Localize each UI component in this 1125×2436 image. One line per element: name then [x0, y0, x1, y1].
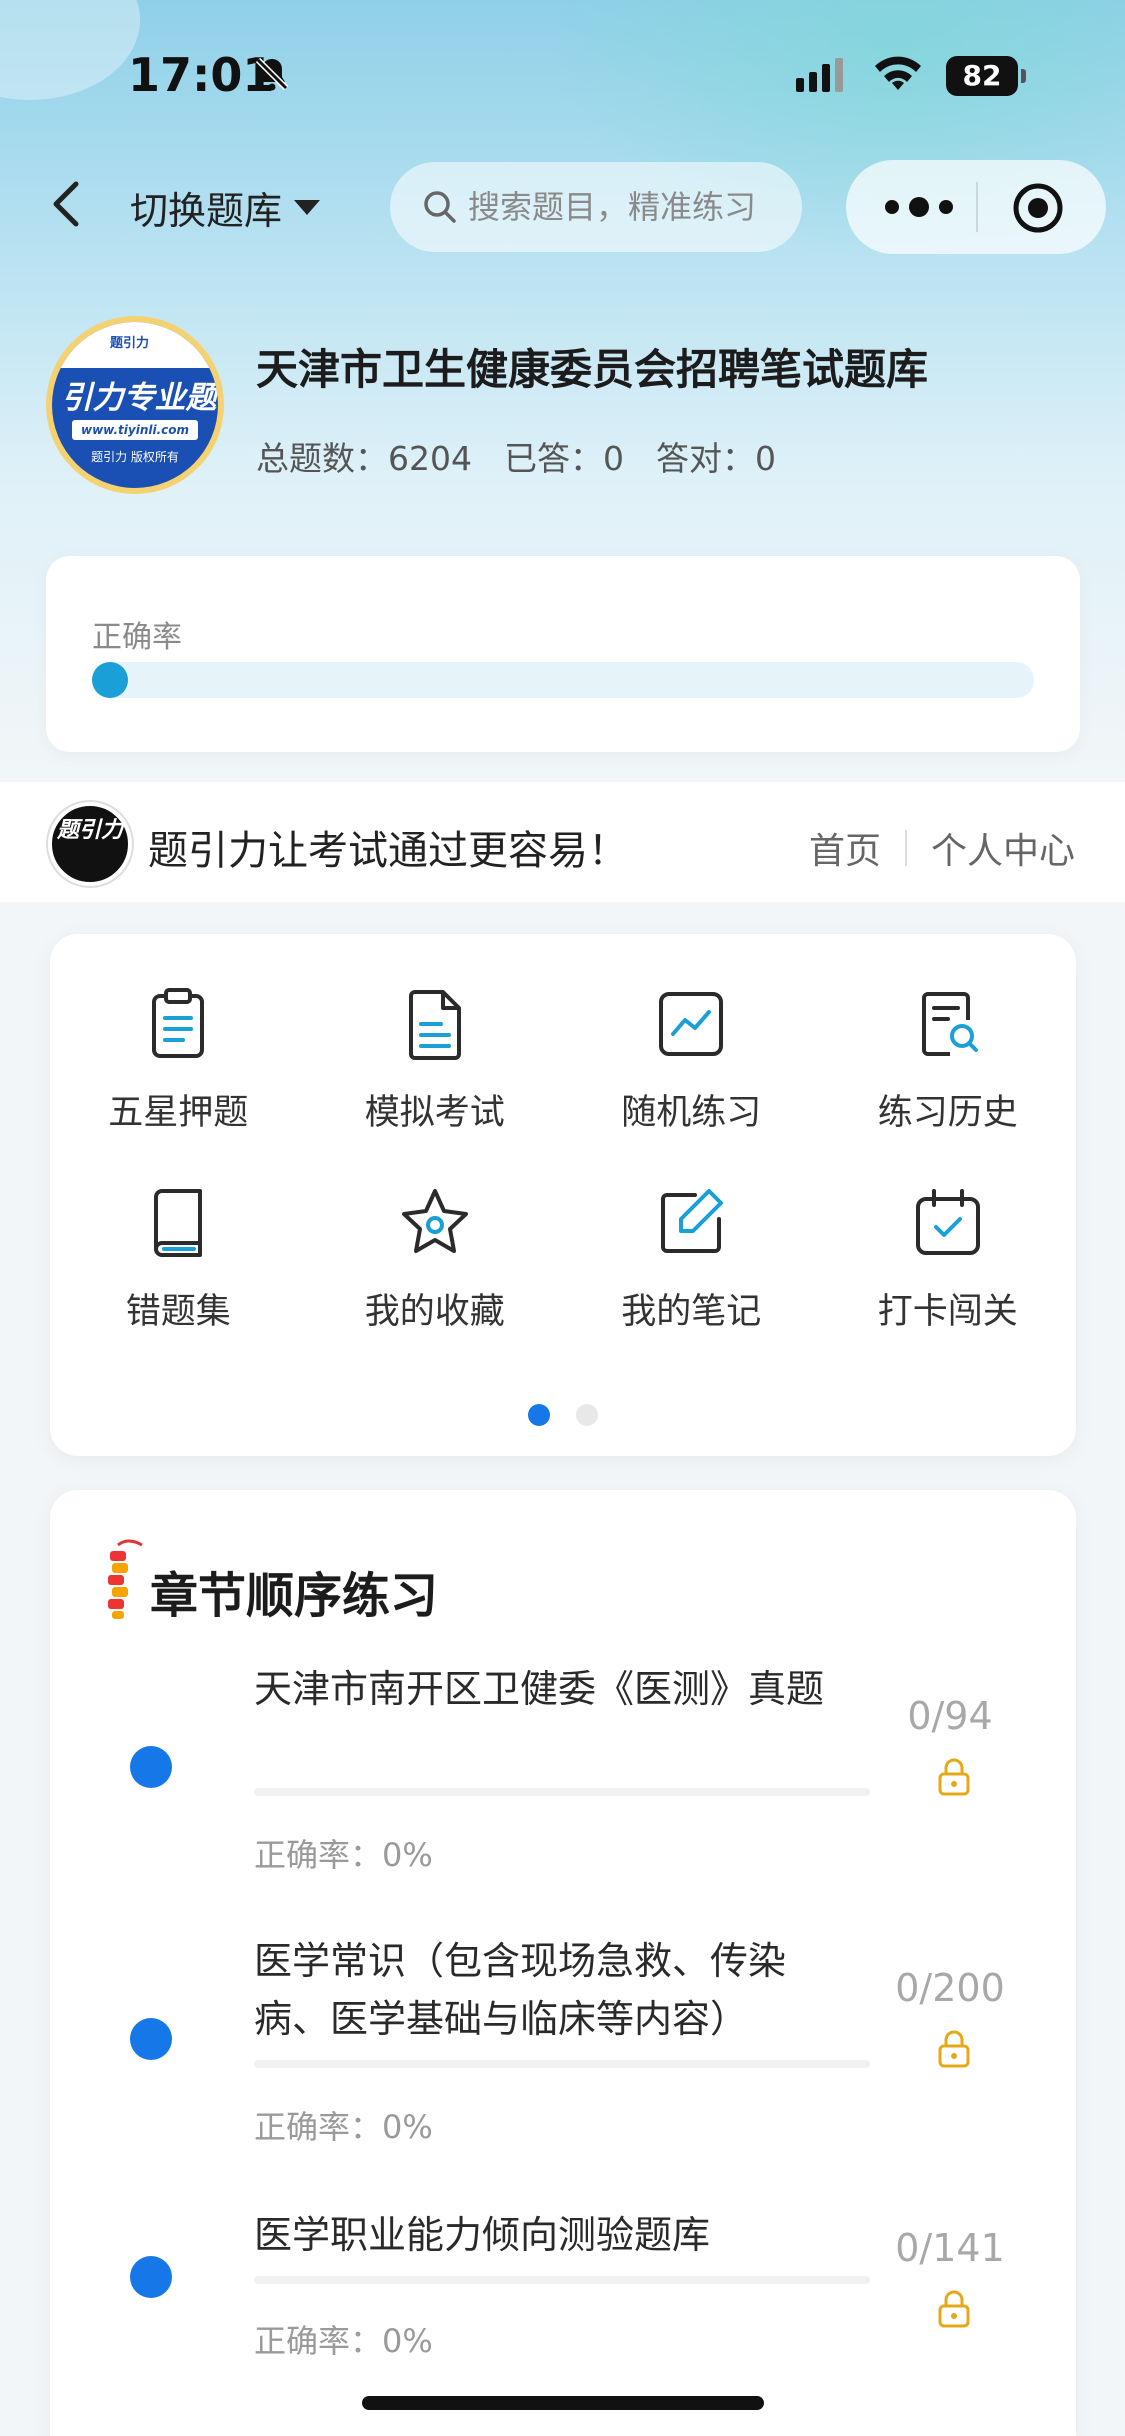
accuracy-progress-knob — [92, 662, 128, 698]
back-arrow-icon[interactable] — [44, 176, 88, 232]
miniprogram-capsule — [846, 160, 1106, 254]
chapter-practice-card: 章节顺序练习 天津市南开区卫健委《医测》真题 正确率：0% 0/94 医学常识（… — [50, 1490, 1076, 2436]
chapter-header: 章节顺序练习 — [94, 1534, 438, 1626]
lock-icon — [938, 2030, 970, 2068]
chapter-status-dot — [130, 2018, 172, 2060]
calendar-check-icon — [915, 1189, 980, 1255]
accuracy-progress-bar — [92, 662, 1034, 698]
status-bar: 17:01 82 — [0, 0, 1125, 150]
more-options-icon[interactable] — [882, 190, 956, 224]
feature-menu-card: 五星押题 模拟考试 随机练习 练习历史 错题集 我的收藏 我的笔记 打卡闯关 — [50, 934, 1076, 1456]
capsule-divider — [976, 182, 978, 232]
close-miniprogram-icon[interactable] — [1012, 182, 1064, 234]
edit-icon — [661, 1189, 724, 1253]
menu-item-check-in[interactable]: 打卡闯关 — [820, 1183, 1077, 1334]
search-input[interactable] — [468, 188, 788, 226]
menu-item-practice-history[interactable]: 练习历史 — [820, 984, 1077, 1135]
document-icon — [408, 990, 461, 1060]
page-dot[interactable] — [576, 1404, 598, 1426]
menu-label: 打卡闯关 — [877, 1292, 1018, 1332]
chapter-status-dot — [130, 1746, 172, 1788]
menu-label: 我的收藏 — [364, 1292, 505, 1332]
chapter-section-title: 章节顺序练习 — [150, 1568, 439, 1624]
menu-item-mock-exam[interactable]: 模拟考试 — [307, 984, 564, 1135]
bank-logo-text: 引力专业题 — [61, 380, 217, 416]
menu-label: 随机练习 — [621, 1093, 762, 1133]
firecracker-icon — [108, 1539, 143, 1619]
correct-count: 答对：0 — [655, 439, 776, 478]
chapter-progress-bar — [254, 1788, 870, 1796]
bank-stats: 总题数：6204 已答：0 答对：0 — [256, 432, 776, 480]
switch-bank-button[interactable]: 切换题库 — [130, 180, 321, 235]
lock-icon — [938, 2290, 970, 2328]
chapter-count: 0/94 — [907, 1694, 993, 1738]
chapter-count: 0/200 — [895, 1966, 1005, 2010]
accuracy-card: 正确率 — [46, 556, 1080, 752]
answered-count: 已答：0 — [503, 439, 624, 478]
page-indicator — [50, 1404, 1076, 1426]
menu-item-wrong-questions[interactable]: 错题集 — [50, 1183, 307, 1334]
menu-label: 练习历史 — [877, 1093, 1018, 1133]
slogan-text: 题引力让考试通过更容易！ — [148, 828, 628, 874]
profile-link[interactable]: 个人中心 — [931, 822, 1075, 874]
chapter-accuracy: 正确率：0% — [254, 2108, 433, 2146]
bell-muted-icon — [255, 57, 289, 91]
menu-label: 五星押题 — [108, 1093, 249, 1133]
total-count: 总题数：6204 — [256, 439, 472, 478]
switch-bank-label: 切换题库 — [130, 189, 283, 233]
brand-logo: 题引力 — [48, 802, 132, 886]
chapter-accuracy: 正确率：0% — [254, 2322, 433, 2360]
chapter-count: 0/141 — [895, 2226, 1005, 2270]
menu-item-notes[interactable]: 我的笔记 — [563, 1183, 820, 1334]
accuracy-label: 正确率 — [92, 620, 182, 655]
chapter-item[interactable]: 医学职业能力倾向测验题库 正确率：0% 0/141 — [50, 2206, 1076, 2386]
bank-title: 天津市卫生健康委员会招聘笔试题库 — [256, 345, 929, 394]
menu-item-random-practice[interactable]: 随机练习 — [563, 984, 820, 1135]
lock-icon — [938, 1758, 970, 1796]
chapter-status-dot — [130, 2256, 172, 2298]
home-link[interactable]: 首页 — [809, 822, 881, 874]
slogan-nav: 首页 个人中心 — [809, 822, 1075, 874]
bank-logo-copyright: 题引力 版权所有 — [91, 450, 179, 464]
slogan-bar: 题引力 题引力让考试通过更容易！ 首页 个人中心 — [0, 782, 1125, 902]
bank-logo-url: www.tiyinli.com — [72, 420, 198, 440]
book-icon — [154, 1189, 203, 1257]
bank-logo: 题引力 引力专业题 www.tiyinli.com 题引力 版权所有 — [46, 316, 224, 494]
menu-label: 我的笔记 — [621, 1292, 762, 1332]
nav-separator — [904, 830, 907, 866]
chapter-progress-bar — [254, 2060, 870, 2068]
chapter-item[interactable]: 医学常识（包含现场急救、传染病、医学基础与临床等内容） 正确率：0% 0/200 — [50, 1932, 1076, 2162]
bank-logo-tag: 题引力 — [110, 336, 150, 351]
chapter-item[interactable]: 天津市南开区卫健委《医测》真题 正确率：0% 0/94 — [50, 1660, 1076, 1890]
cellular-signal-icon — [796, 58, 848, 92]
star-icon — [401, 1189, 468, 1253]
battery-indicator: 82 — [946, 56, 1026, 96]
page-dot-active[interactable] — [528, 1404, 550, 1426]
menu-label: 模拟考试 — [364, 1093, 505, 1133]
chapter-name: 天津市南开区卫健委《医测》真题 — [254, 1667, 825, 1711]
chapter-progress-bar — [254, 2276, 870, 2284]
search-icon — [424, 191, 456, 223]
menu-label: 错题集 — [125, 1292, 231, 1332]
caret-down-icon — [294, 200, 321, 215]
menu-item-star-prediction[interactable]: 五星押题 — [50, 984, 307, 1135]
home-indicator — [362, 2396, 764, 2410]
chapter-name: 医学职业能力倾向测验题库 — [254, 2213, 711, 2257]
chapter-accuracy: 正确率：0% — [254, 1836, 433, 1874]
wifi-icon — [875, 56, 921, 90]
chapter-name: 医学常识（包含现场急救、传染病、医学基础与临床等内容） — [254, 1939, 787, 2041]
menu-item-favorites[interactable]: 我的收藏 — [307, 1183, 564, 1334]
search-bar[interactable] — [390, 162, 802, 252]
history-search-icon — [921, 992, 978, 1056]
chart-line-icon — [659, 992, 724, 1056]
clipboard-icon — [152, 988, 205, 1058]
